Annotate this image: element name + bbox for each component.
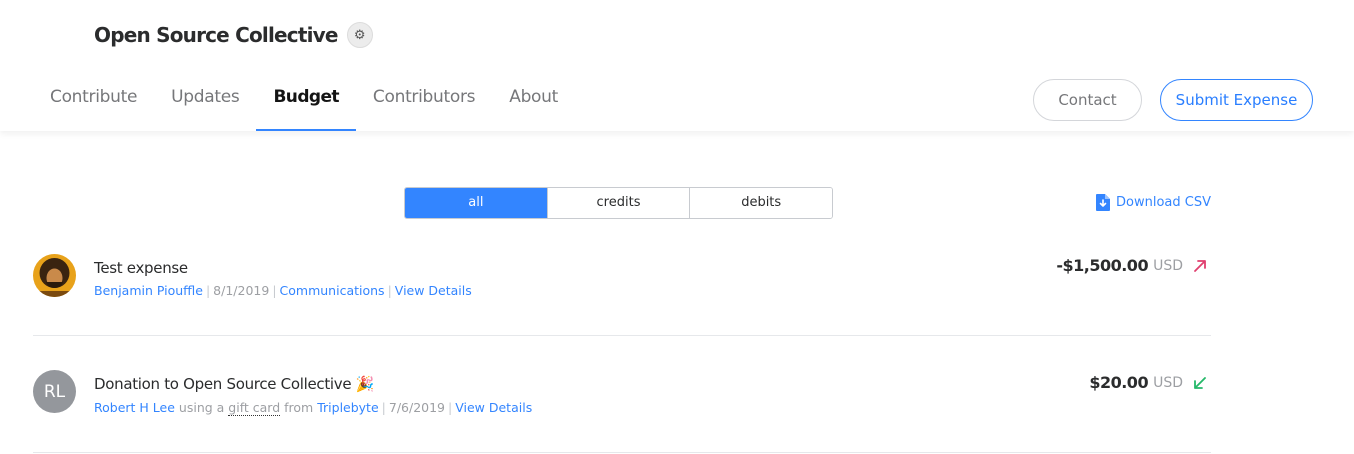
title-row: Open Source Collective ⚙ [94,22,373,48]
using-text: using a [178,400,225,415]
tab-contributors[interactable]: Contributors [356,73,492,131]
amount-currency: USD [1153,257,1183,274]
view-details-link[interactable]: View Details [395,283,472,298]
filter-credits-button[interactable]: credits [546,188,690,218]
file-download-icon [1096,194,1110,211]
from-text: from [284,400,314,415]
filter-debits-button[interactable]: debits [689,188,832,218]
transaction-amount: $20.00 USD [1089,373,1207,392]
gear-icon[interactable]: ⚙ [346,22,373,48]
download-csv-link[interactable]: Download CSV [1096,194,1211,211]
separator: | [272,283,277,298]
transaction-date: 8/1/2019 [213,283,270,298]
view-details-link[interactable]: View Details [455,400,532,415]
avatar[interactable] [33,254,76,297]
separator: | [381,400,386,415]
transaction-description: Test expense [94,259,188,277]
tab-updates[interactable]: Updates [154,73,256,131]
transaction-row: Test expense Benjamin Piouffle | 8/1/2019 |… [33,220,1211,336]
user-link[interactable]: Robert H Lee [94,400,175,415]
tab-about[interactable]: About [492,73,575,131]
arrow-up-right-icon [1194,259,1206,272]
transaction-type-filter: all credits debits [404,187,833,219]
separator: | [205,283,211,298]
contact-button[interactable]: Contact [1033,79,1142,121]
transaction-row: RL Donation to Open Source Collective 🎉 … [33,337,1211,453]
source-link[interactable]: Triplebyte [317,400,378,415]
collective-name[interactable]: Open Source Collective [94,23,338,47]
tab-contribute[interactable]: Contribute [33,73,154,131]
filter-all-button[interactable]: all [405,188,547,218]
amount-value: $20.00 [1089,373,1149,392]
separator: | [387,283,392,298]
transaction-meta: Robert H Lee using a gift card from Trip… [94,400,532,416]
submit-expense-button[interactable]: Submit Expense [1160,79,1313,121]
avatar[interactable]: RL [33,370,76,413]
amount-currency: USD [1153,374,1183,391]
amount-value: -$1,500.00 [1056,256,1149,275]
category-link[interactable]: Communications [280,283,385,298]
arrow-down-left-icon [1194,376,1206,389]
separator: | [448,400,453,415]
user-link[interactable]: Benjamin Piouffle [94,283,203,298]
transaction-amount: -$1,500.00 USD [1056,256,1207,275]
payment-method[interactable]: gift card [228,400,281,416]
transaction-date: 7/6/2019 [388,400,446,415]
download-csv-label: Download CSV [1116,195,1211,210]
collective-nav: Contribute Updates Budget Contributors A… [33,73,575,131]
transaction-meta: Benjamin Piouffle | 8/1/2019 | Communication… [94,283,472,298]
tab-budget[interactable]: Budget [256,73,357,131]
transaction-description: Donation to Open Source Collective 🎉 [94,375,375,393]
collective-header: Open Source Collective ⚙ Contribute Upda… [0,0,1354,131]
